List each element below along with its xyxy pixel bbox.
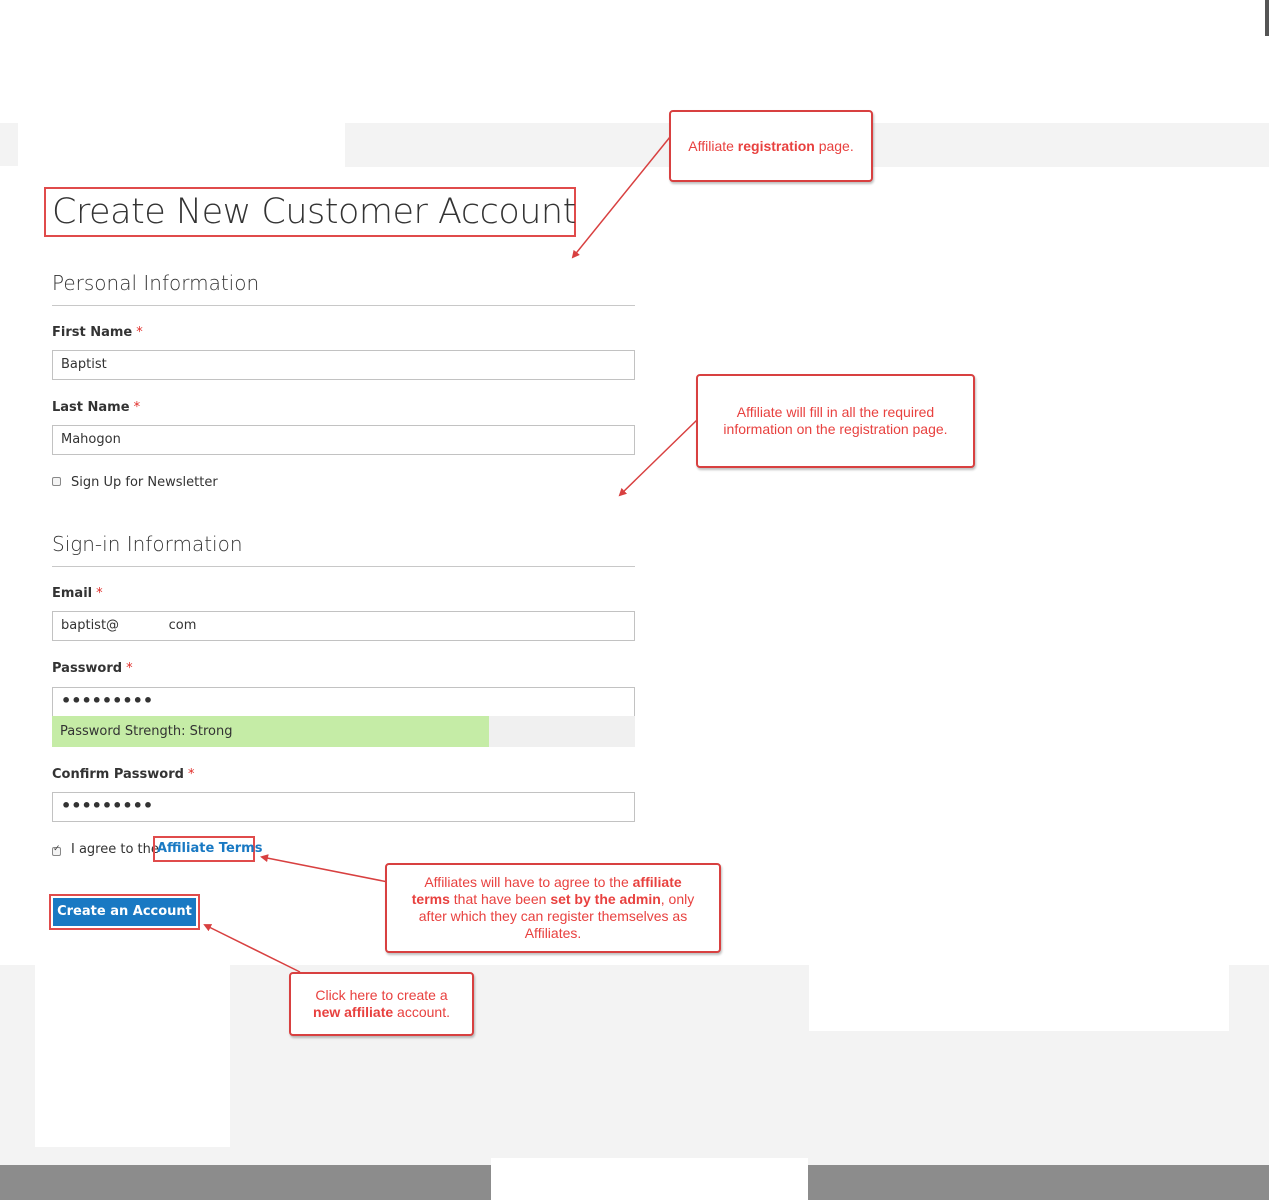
callout-terms-p1: Affiliates will have to agree to the xyxy=(424,874,633,890)
callout-registration-text: Affiliate registration page. xyxy=(688,138,854,155)
arrow-registration xyxy=(571,136,671,259)
callout-create-line1: Click here to create a xyxy=(315,987,448,1003)
callout-create-post: account. xyxy=(393,1004,450,1020)
arrow-fill-info xyxy=(618,418,699,497)
annotation-arrows xyxy=(203,136,699,973)
arrow-create xyxy=(203,924,301,973)
callout-affiliate-terms-text: Affiliates will have to agree to the aff… xyxy=(405,874,701,942)
arrow-terms xyxy=(260,854,389,883)
callout-registration-bold: registration xyxy=(737,137,815,154)
callout-registration-post: page. xyxy=(814,137,854,154)
callout-terms-b2: terms xyxy=(411,891,450,907)
callout-fill-info-line1: Affiliate will fill in all the required xyxy=(736,404,935,420)
callout-fill-info-text: Affiliate will fill in all the required … xyxy=(723,404,947,438)
callout-terms-b1: affiliate xyxy=(632,874,682,890)
callout-fill-info-line2: information on the registration page. xyxy=(723,421,948,437)
callout-create-text: Click here to create a new affiliate acc… xyxy=(313,987,450,1021)
callout-create-account: Click here to create a new affiliate acc… xyxy=(289,972,474,1036)
callout-terms-p2: that have been xyxy=(449,891,551,907)
callout-terms-b3: set by the admin xyxy=(550,891,661,907)
callout-registration-pre: Affiliate xyxy=(688,137,738,154)
callout-create-bold: new affiliate xyxy=(313,1004,394,1020)
callout-registration-page: Affiliate registration page. xyxy=(669,110,873,182)
callout-fill-info: Affiliate will fill in all the required … xyxy=(696,374,975,468)
callout-affiliate-terms: Affiliates will have to agree to the aff… xyxy=(385,863,721,953)
